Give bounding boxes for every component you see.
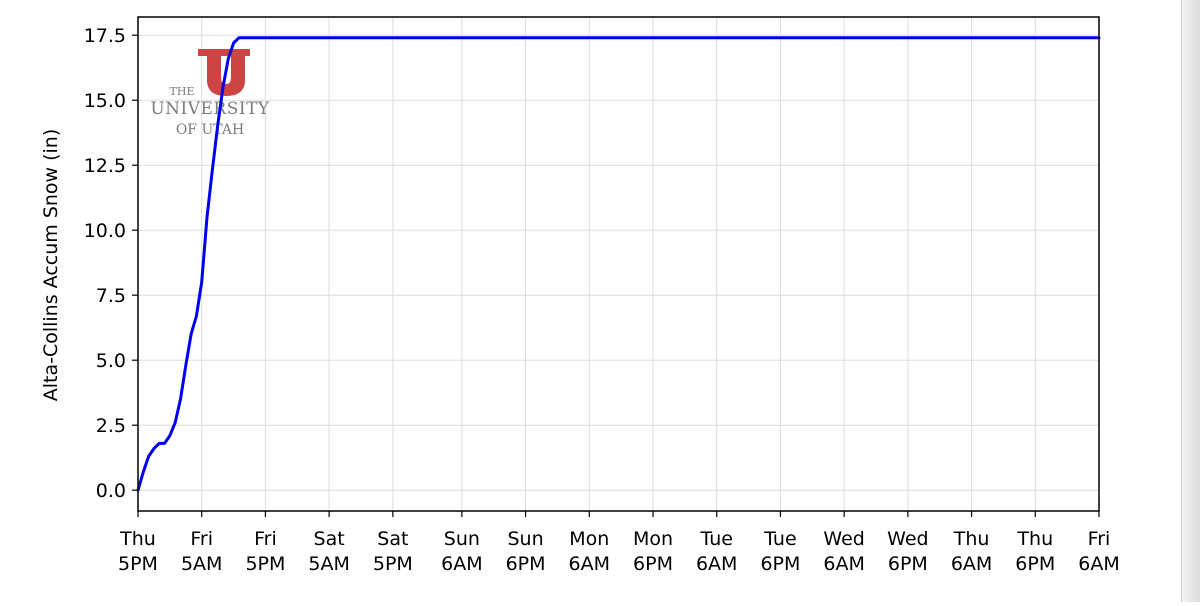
accum-snow-chart: THE UNIVERSITY OF UTAH 0.0 2.5 5.0 7.5 10.0 1… [0, 0, 1200, 602]
x-tick-label-time: 6PM [1015, 553, 1055, 575]
x-tick-label-time: 6AM [696, 553, 737, 575]
x-tick-label-time: 6AM [823, 553, 864, 575]
x-tick-label-day: Tue [699, 528, 732, 550]
x-tick-label-time: 5PM [245, 553, 285, 575]
x-tick-label-day: Mon [633, 528, 673, 550]
x-tick-label-time: 6PM [506, 553, 546, 575]
x-tick-label-day: Fri [254, 528, 277, 550]
y-tick-label: 15.0 [84, 90, 126, 112]
x-tick-label-time: 6PM [760, 553, 800, 575]
x-tick-label-day: Sat [314, 528, 345, 550]
x-tick-label-day: Thu [953, 528, 990, 550]
x-tick-label-time: 6AM [441, 553, 482, 575]
y-tick-label: 2.5 [96, 415, 126, 437]
x-tick-label-day: Mon [569, 528, 609, 550]
chart-area: THE UNIVERSITY OF UTAH 0.0 2.5 5.0 7.5 10.0 1… [0, 0, 1200, 602]
y-axis-label: Alta-Collins Accum Snow (in) [40, 129, 62, 402]
x-tick-label-day: Sat [377, 528, 408, 550]
x-tick-label-day: Fri [190, 528, 213, 550]
x-tick-label-time: 6AM [1078, 553, 1119, 575]
logo-line-of-utah: OF UTAH [176, 122, 244, 138]
x-tick-label-day: Tue [763, 528, 796, 550]
x-tick-label-time: 5PM [373, 553, 413, 575]
y-tick-label: 5.0 [96, 350, 126, 372]
x-tick-label-time: 6AM [569, 553, 610, 575]
logo-line-university: UNIVERSITY [150, 99, 270, 119]
y-tick-label: 10.0 [84, 220, 126, 242]
x-tick-label-day: Sun [444, 528, 480, 550]
x-tick-label-time: 5PM [118, 553, 158, 575]
x-tick-label-day: Wed [887, 528, 928, 550]
x-tick-label-day: Wed [823, 528, 864, 550]
x-tick-label-day: Sun [508, 528, 544, 550]
window-edge [1181, 0, 1200, 602]
y-tick-label: 17.5 [84, 25, 126, 47]
x-tick-label-time: 5AM [181, 553, 222, 575]
x-tick-label-day: Thu [119, 528, 156, 550]
x-tick-label-time: 6PM [633, 553, 673, 575]
x-tick-label-time: 6PM [888, 553, 928, 575]
logo-line-the: THE [170, 85, 195, 98]
y-tick-label: 0.0 [96, 480, 126, 502]
x-tick-label-day: Fri [1088, 528, 1111, 550]
y-tick-label: 12.5 [84, 155, 126, 177]
x-tick-label-time: 6AM [951, 553, 992, 575]
y-tick-label: 7.5 [96, 285, 126, 307]
x-tick-label-time: 5AM [308, 553, 349, 575]
x-tick-label-day: Thu [1016, 528, 1053, 550]
